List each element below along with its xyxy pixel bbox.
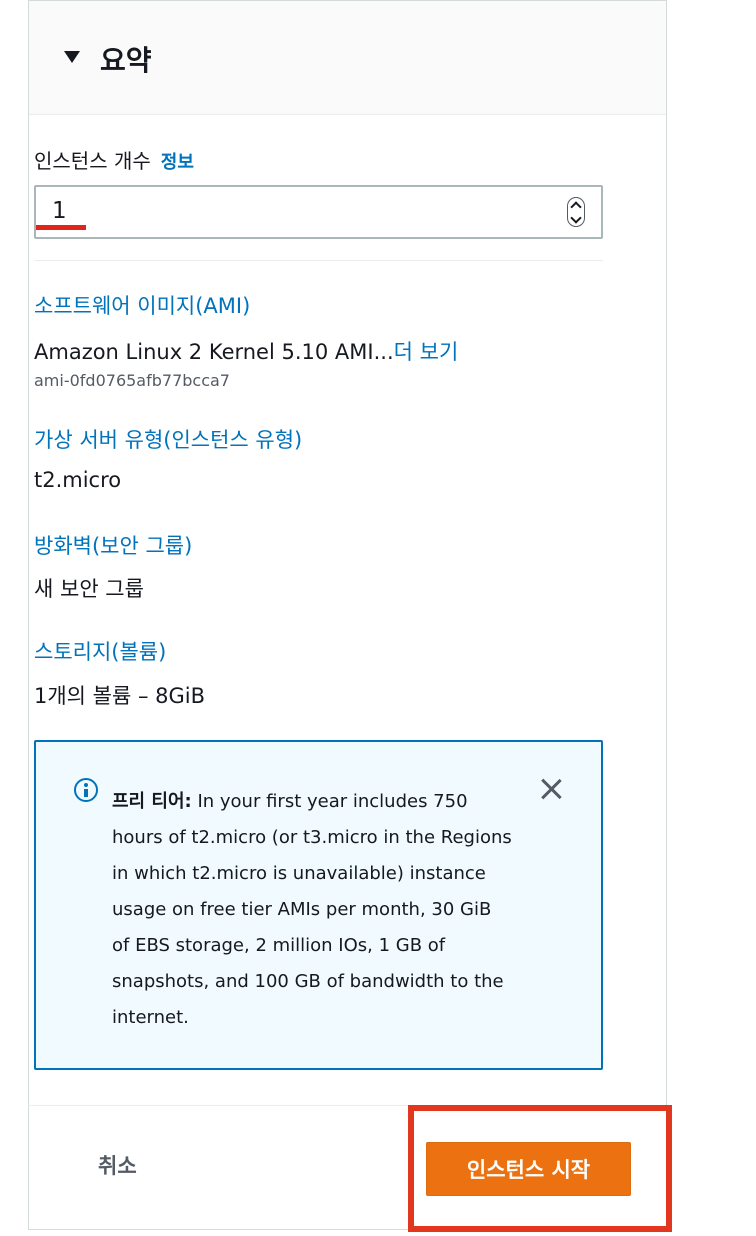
divider [34, 260, 603, 261]
annotation-underline [36, 225, 86, 230]
ami-section-title[interactable]: 소프트웨어 이미지(AMI) [34, 290, 250, 320]
summary-title: 요약 [100, 44, 152, 77]
close-icon[interactable] [538, 776, 564, 802]
stepper-icon[interactable] [567, 197, 585, 227]
free-tier-text: 프리 티어: In your first year includes 750 h… [112, 784, 512, 1036]
caret-down-icon[interactable] [64, 51, 80, 63]
instance-type-value: t2.micro [34, 468, 122, 492]
instance-type-section-title[interactable]: 가상 서버 유형(인스턴스 유형) [34, 424, 302, 454]
free-tier-description: In your first year includes 750 hours of… [112, 791, 512, 1028]
cancel-button[interactable]: 취소 [98, 1150, 137, 1180]
ami-value-row: Amazon Linux 2 Kernel 5.10 AMI...더 보기 [34, 336, 458, 366]
ami-name: Amazon Linux 2 Kernel 5.10 AMI... [34, 340, 394, 364]
ami-id: ami-0fd0765afb77bcca7 [34, 371, 230, 390]
info-icon [74, 778, 98, 802]
summary-header[interactable]: 요약 [29, 0, 666, 115]
see-more-link[interactable]: 더 보기 [394, 340, 459, 364]
storage-section-title[interactable]: 스토리지(볼륨) [34, 636, 166, 666]
firewall-value: 새 보안 그룹 [34, 577, 144, 601]
instance-count-label-row: 인스턴스 개수 정보 [34, 145, 194, 174]
info-link[interactable]: 정보 [161, 152, 194, 173]
instance-count-label: 인스턴스 개수 [34, 149, 151, 173]
chevron-up-icon[interactable] [570, 200, 582, 213]
chevron-down-icon[interactable] [570, 211, 582, 224]
firewall-section-title[interactable]: 방화벽(보안 그룹) [34, 530, 192, 560]
storage-value: 1개의 볼륨 – 8GiB [34, 684, 206, 708]
launch-instance-button[interactable]: 인스턴스 시작 [426, 1142, 631, 1196]
free-tier-label: 프리 티어: [112, 791, 192, 812]
instance-count-input[interactable]: 1 [34, 185, 603, 239]
instance-count-value[interactable]: 1 [52, 198, 67, 224]
free-tier-notice: 프리 티어: In your first year includes 750 h… [34, 740, 603, 1070]
